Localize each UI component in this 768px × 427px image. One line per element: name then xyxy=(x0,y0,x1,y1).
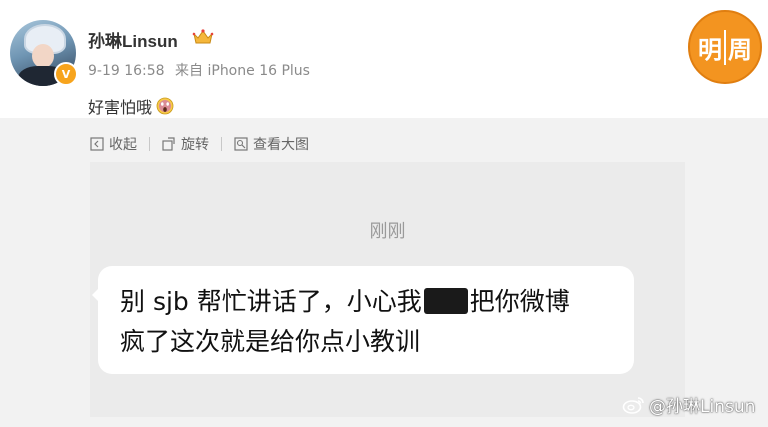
post-header: V 孙琳Linsun 9-19 16:58 来自 iPhone 16 Plus … xyxy=(0,0,768,118)
weibo-watermark: @孙琳Linsun xyxy=(622,392,755,417)
verified-v-icon: V xyxy=(54,62,78,86)
rotate-label: 旋转 xyxy=(181,137,209,153)
toolbar-divider xyxy=(149,137,150,151)
post-source: 来自 iPhone 16 Plus xyxy=(175,63,310,79)
chat-line-1-before: 别 sjb 帮忙讲话了，小心我 xyxy=(120,287,422,316)
post-meta: 9-19 16:58 来自 iPhone 16 Plus xyxy=(88,60,316,80)
scream-emoji-icon xyxy=(156,97,174,115)
collapse-label: 收起 xyxy=(109,137,137,153)
watermark-text: @孙琳Linsun xyxy=(649,397,756,417)
collapse-button[interactable]: 收起 xyxy=(90,134,137,154)
toolbar-divider xyxy=(221,137,222,151)
chat-line-1: 别 sjb 帮忙讲话了，小心我 把你微博 xyxy=(120,282,570,318)
view-large-icon xyxy=(234,137,248,151)
logo-char-ming: 明 xyxy=(698,35,722,64)
logo-char-zhou: 周 xyxy=(724,29,752,65)
username[interactable]: 孙琳Linsun xyxy=(88,27,178,52)
crown-icon xyxy=(192,29,214,44)
chat-line-1-after: 把你微博 xyxy=(469,287,570,316)
post-text: 好害怕哦 xyxy=(88,94,174,118)
brand-logo: 明 周 xyxy=(688,10,762,84)
weibo-icon xyxy=(622,396,644,414)
chat-bubble: 别 sjb 帮忙讲话了，小心我 把你微博 疯了这次就是给你点小教训 xyxy=(92,266,634,374)
post-text-content: 好害怕哦 xyxy=(88,98,153,117)
image-toolbar: 收起 旋转 查看大图 xyxy=(90,134,309,154)
view-large-button[interactable]: 查看大图 xyxy=(234,134,309,154)
collapse-icon xyxy=(90,137,104,151)
chat-time-label: 刚刚 xyxy=(369,221,406,242)
chat-screenshot-image[interactable]: 刚刚 别 sjb 帮忙讲话了，小心我 把你微博 疯了这次就是给你点小教训 xyxy=(90,162,685,417)
post-time[interactable]: 9-19 16:58 xyxy=(88,63,165,79)
rotate-icon xyxy=(162,137,175,151)
chat-line-2: 疯了这次就是给你点小教训 xyxy=(120,327,421,356)
view-large-label: 查看大图 xyxy=(253,137,309,153)
rotate-button[interactable]: 旋转 xyxy=(162,134,209,154)
redaction-block xyxy=(423,288,468,314)
avatar[interactable]: V xyxy=(10,20,78,86)
